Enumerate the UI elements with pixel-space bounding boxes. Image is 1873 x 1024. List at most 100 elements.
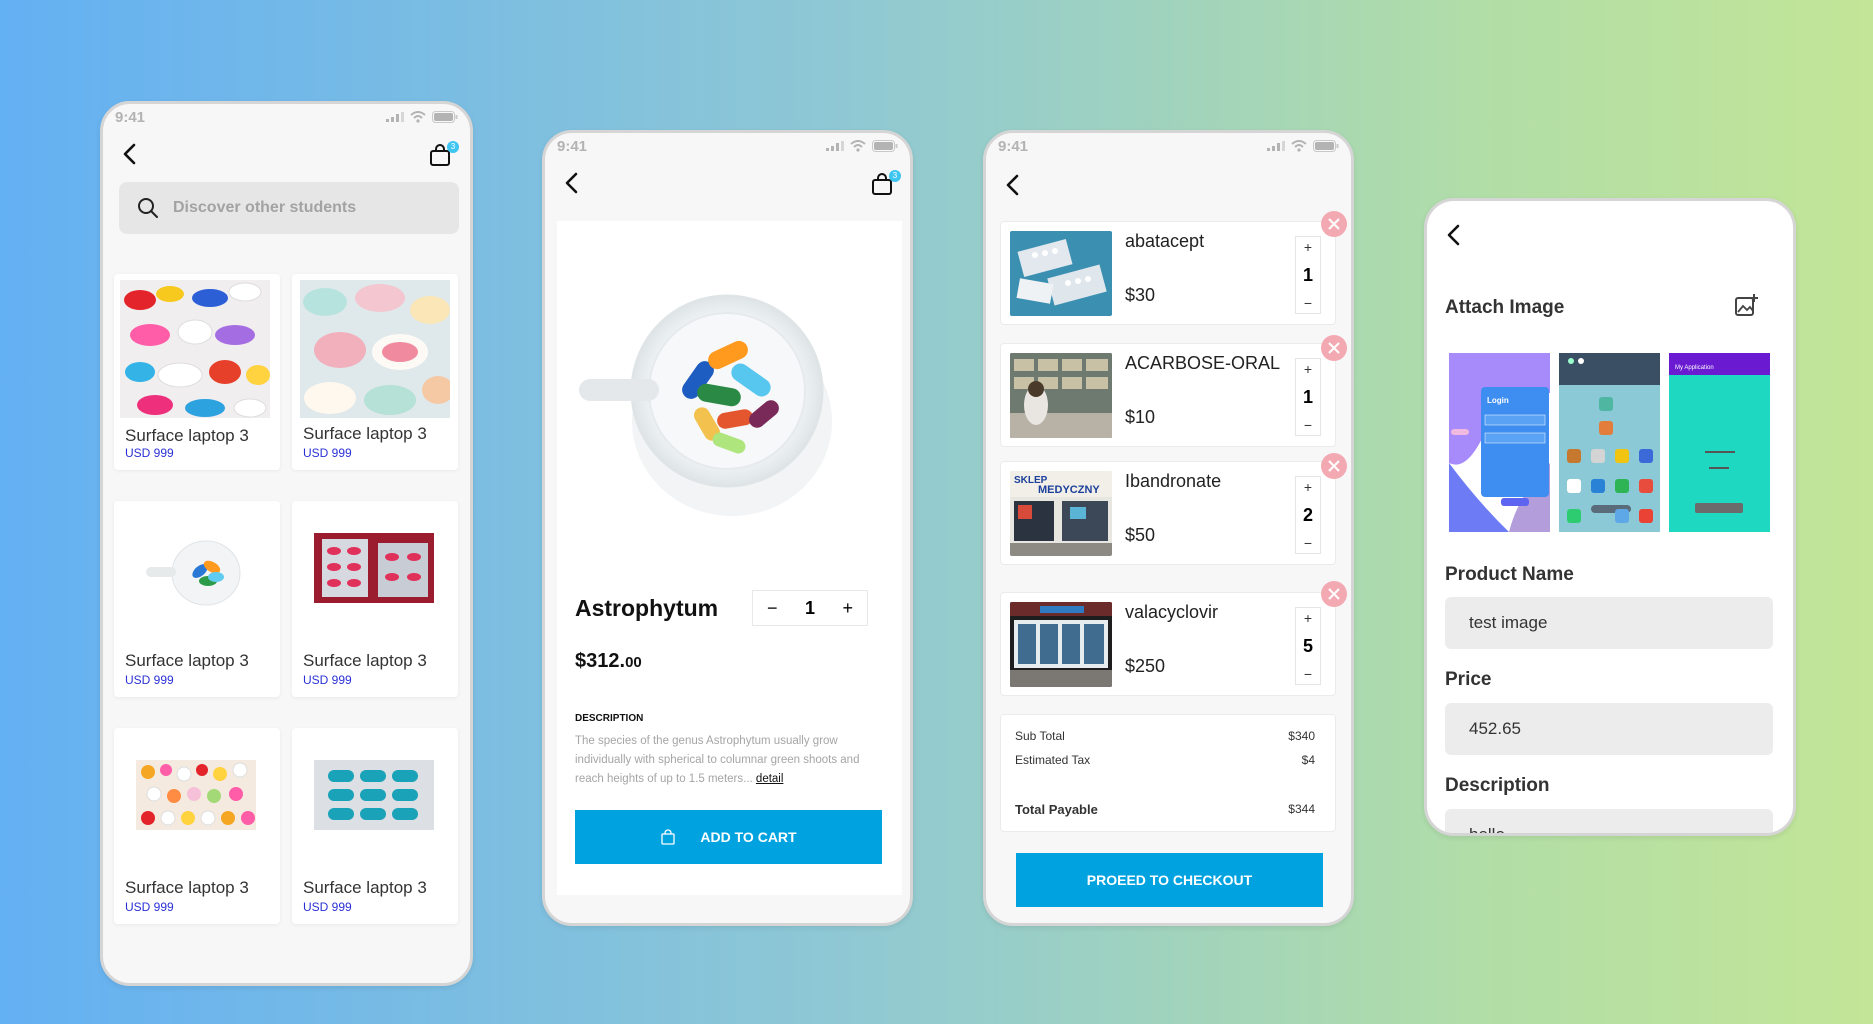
product-name: Surface laptop 3: [125, 426, 249, 445]
quantity-increase-button[interactable]: +: [842, 598, 853, 619]
back-arrow-icon[interactable]: [119, 142, 143, 166]
status-icons: [1267, 140, 1339, 152]
decrease-button[interactable]: −: [1304, 535, 1312, 551]
cart-button[interactable]: 3: [429, 141, 459, 170]
product-image-capsule-pack: [314, 760, 434, 830]
phone-cart: 9:41 abatacept $30 + 1 − ACARBOSE-ORAL $…: [983, 130, 1354, 926]
increase-button[interactable]: +: [1304, 610, 1312, 626]
product-title: Astrophytum: [575, 595, 719, 621]
decrease-button[interactable]: −: [1304, 666, 1312, 682]
phone-add-product-form: Attach Image Login My Application Produc…: [1424, 198, 1796, 836]
increase-button[interactable]: +: [1304, 239, 1312, 255]
cart-item: valacyclovir $250 + 5 −: [1000, 592, 1336, 696]
shot-app-title: My Application: [1675, 365, 1714, 371]
close-icon: [1328, 460, 1340, 472]
product-card[interactable]: Surface laptop 3 USD 999: [292, 728, 458, 924]
status-icons: [386, 111, 458, 123]
product-image-blister-pack: [314, 533, 434, 603]
product-card[interactable]: Surface laptop 3 USD 999: [292, 274, 458, 470]
status-bar: 9:41: [545, 133, 910, 159]
product-price: USD 999: [303, 446, 352, 460]
quantity-stepper: + 5 −: [1295, 607, 1321, 685]
quantity-stepper: − 1 +: [752, 590, 868, 626]
price-cents: 00: [625, 654, 642, 671]
back-arrow-icon[interactable]: [1443, 223, 1467, 247]
signal-icon: [826, 141, 844, 151]
remove-item-button[interactable]: [1321, 211, 1347, 237]
order-summary: Sub Total $340 Estimated Tax $4 Total Pa…: [1000, 714, 1336, 832]
item-price: $10: [1125, 407, 1156, 427]
status-icons: [826, 140, 898, 152]
status-bar: 9:41: [103, 104, 470, 130]
cart-badge: 3: [447, 141, 459, 153]
product-image-pill-cup: [579, 294, 832, 516]
attached-image-2[interactable]: [1559, 353, 1660, 532]
item-price: $30: [1125, 285, 1156, 305]
search-input[interactable]: Discover other students: [119, 182, 459, 234]
attached-image-1[interactable]: Login: [1449, 353, 1550, 532]
item-name: Ibandronate: [1125, 471, 1222, 491]
close-icon: [1328, 218, 1340, 230]
signal-icon: [386, 112, 404, 122]
increase-button[interactable]: +: [1304, 479, 1312, 495]
decrease-button[interactable]: −: [1304, 417, 1312, 433]
sign-text: MEDYCZNY: [1038, 484, 1100, 496]
attached-image-3[interactable]: My Application: [1669, 353, 1770, 532]
cart-badge: 3: [889, 170, 901, 182]
attach-image-label: Attach Image: [1445, 297, 1565, 318]
item-quantity: 2: [1302, 504, 1313, 525]
remove-item-button[interactable]: [1321, 453, 1347, 479]
battery-icon: [432, 111, 458, 123]
phone-product-list: 9:41 3 Discover other students Surface l…: [100, 101, 473, 986]
product-card[interactable]: Surface laptop 3 USD 999: [114, 501, 280, 697]
decrease-button[interactable]: −: [1304, 295, 1312, 311]
search-placeholder: Discover other students: [173, 199, 357, 216]
product-price: USD 999: [125, 446, 174, 460]
battery-icon: [872, 140, 898, 152]
product-price: USD 999: [125, 673, 174, 687]
description-label: Description: [1445, 775, 1550, 796]
cart-item: SKLEP MEDYCZNY Ibandronate $50 + 2 −: [1000, 461, 1336, 565]
increase-button[interactable]: +: [1304, 361, 1312, 377]
product-image-pastel-pills: [300, 280, 450, 418]
cart-item: ACARBOSE-ORAL $10 + 1 −: [1000, 343, 1336, 447]
back-arrow-icon[interactable]: [561, 171, 585, 195]
item-name: ACARBOSE-ORAL: [1125, 353, 1281, 373]
product-price: $312.00: [575, 650, 642, 673]
item-quantity: 1: [1302, 386, 1313, 407]
add-photo-icon[interactable]: [1733, 293, 1759, 319]
product-name: Surface laptop 3: [303, 878, 427, 897]
shot-login-text: Login: [1487, 396, 1509, 405]
wifi-icon: [1291, 140, 1307, 152]
quantity-value: 1: [804, 597, 815, 618]
cart-button[interactable]: 3: [871, 170, 901, 199]
detail-link[interactable]: detail: [756, 773, 784, 785]
product-card[interactable]: Surface laptop 3 USD 999: [292, 501, 458, 697]
remove-item-button[interactable]: [1321, 581, 1347, 607]
item-thumbnail: [1010, 353, 1112, 438]
quantity-decrease-button[interactable]: −: [767, 598, 778, 619]
description-body: The species of the genus Astrophytum usu…: [575, 735, 860, 785]
item-price: $250: [1125, 656, 1166, 676]
product-card[interactable]: Surface laptop 3 USD 999: [114, 274, 280, 470]
add-to-cart-button[interactable]: ADD TO CART: [575, 810, 882, 864]
back-arrow-icon[interactable]: [1002, 173, 1026, 197]
total-row: Total Payable $344: [1015, 802, 1315, 817]
product-price: USD 999: [125, 900, 174, 914]
subtotal-value: $340: [1288, 729, 1315, 743]
description-field[interactable]: hello: [1445, 809, 1773, 833]
description-text: The species of the genus Astrophytum usu…: [575, 732, 865, 789]
price-field[interactable]: 452.65: [1445, 703, 1773, 755]
subtotal-label: Sub Total: [1015, 729, 1065, 743]
product-price: USD 999: [303, 900, 352, 914]
checkout-button[interactable]: PROEED TO CHECKOUT: [1016, 853, 1323, 907]
product-card[interactable]: Surface laptop 3 USD 999: [114, 728, 280, 924]
product-image-pills: [120, 280, 270, 418]
product-name-field[interactable]: test image: [1445, 597, 1773, 649]
remove-item-button[interactable]: [1321, 335, 1347, 361]
product-image-pill-cup: [146, 540, 241, 606]
item-name: abatacept: [1125, 231, 1205, 251]
quantity-stepper: + 1 −: [1295, 358, 1321, 436]
status-bar: 9:41: [986, 133, 1351, 159]
tax-row: Estimated Tax $4: [1015, 753, 1315, 767]
